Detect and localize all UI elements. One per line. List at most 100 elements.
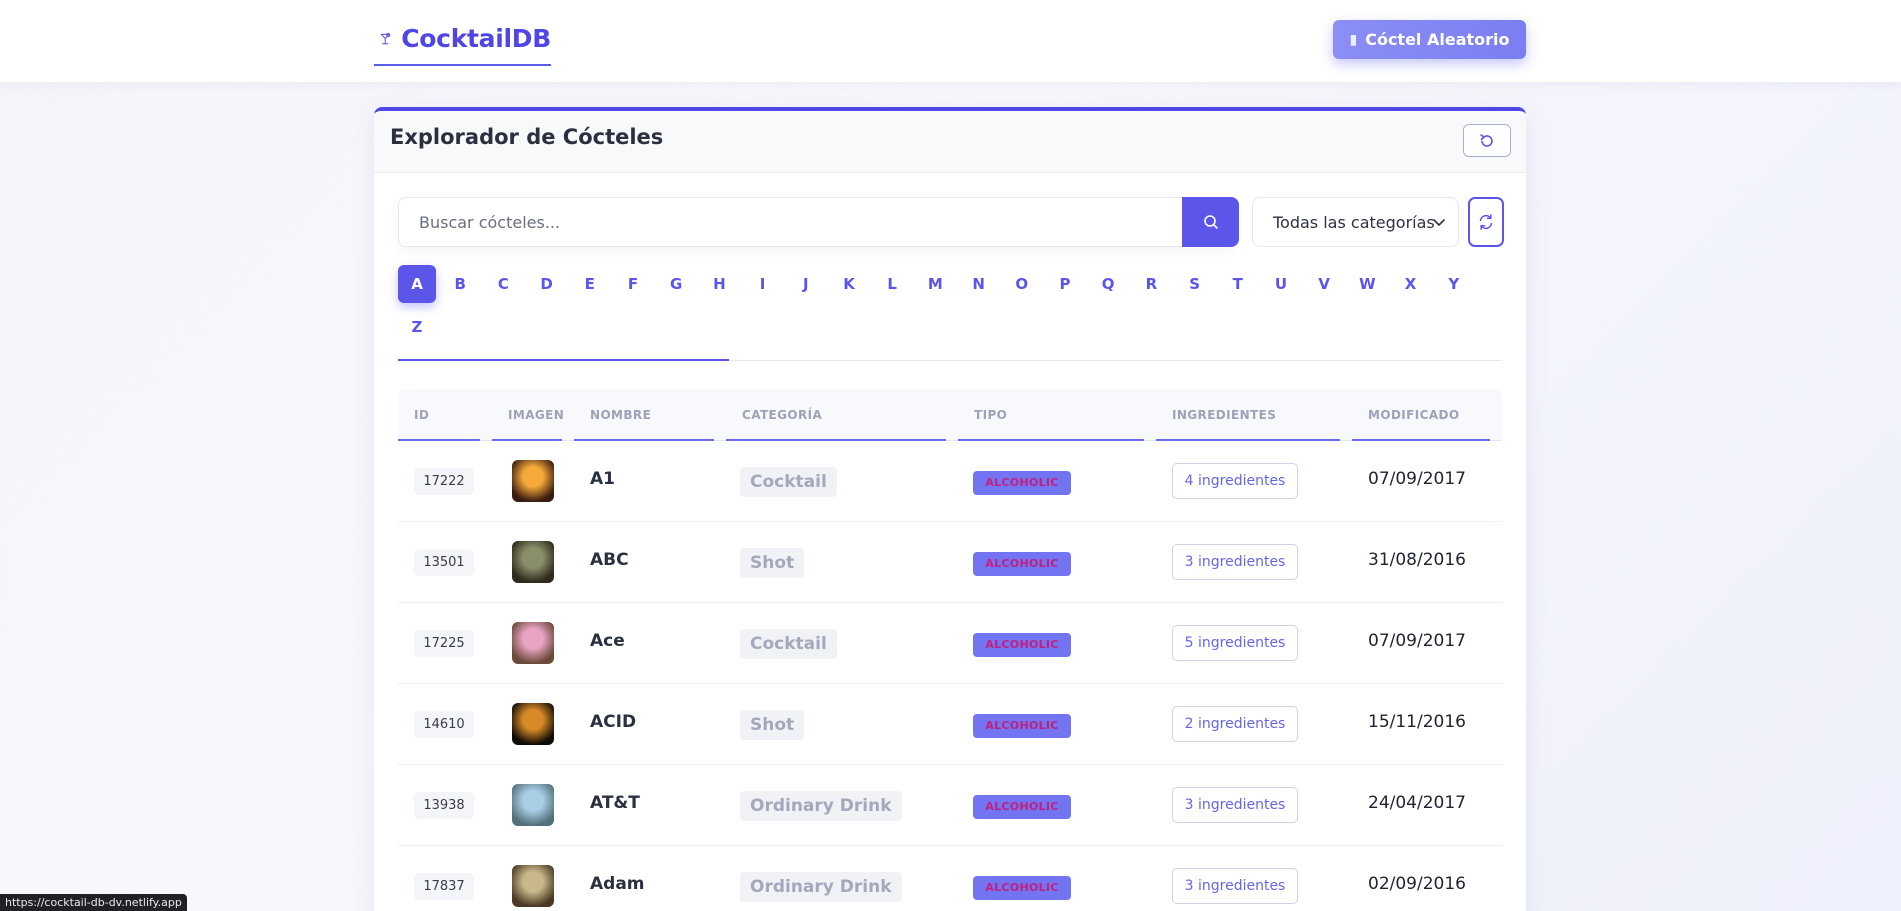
modified-date: 15/11/2016 [1368, 712, 1466, 732]
type-badge: ALCOHOLIC [973, 633, 1071, 657]
table-row[interactable]: 17222 A1 Cocktail ALCOHOLIC 4 ingredientes 07… [398, 441, 1502, 522]
column-header-1[interactable]: ID [398, 389, 480, 441]
letter-b-button[interactable]: B [441, 265, 479, 303]
category-badge: Cocktail [740, 629, 837, 659]
refresh-button[interactable] [1468, 197, 1504, 247]
cocktail-thumbnail [512, 784, 554, 826]
letter-v-button[interactable]: V [1305, 265, 1343, 303]
letter-m-button[interactable]: M [916, 265, 954, 303]
table-row[interactable]: 17225 Ace Cocktail ALCOHOLIC 5 ingredientes 0… [398, 603, 1502, 684]
cocktail-id: 14610 [414, 711, 474, 738]
shuffle-glass-icon: ▮ [1349, 31, 1358, 48]
letter-f-button[interactable]: F [614, 265, 652, 303]
letter-a-button[interactable]: A [398, 265, 436, 303]
brand-logo-link[interactable]: CocktailDB [374, 20, 551, 66]
letter-o-button[interactable]: O [1003, 265, 1041, 303]
random-cocktail-label: Cóctel Aleatorio [1365, 30, 1510, 49]
alphabet-filter: ABCDEFGHIJKLMNOPQRSTUVWXY Z [398, 265, 1502, 361]
search-icon [1203, 215, 1218, 229]
cocktail-name: Ace [590, 631, 625, 651]
letter-z-button[interactable]: Z [398, 308, 436, 346]
letter-j-button[interactable]: J [787, 265, 825, 303]
cocktail-name: Adam [590, 874, 645, 894]
category-badge: Ordinary Drink [740, 791, 902, 821]
cocktail-id: 17222 [414, 468, 474, 495]
letter-q-button[interactable]: Q [1089, 265, 1127, 303]
letter-e-button[interactable]: E [571, 265, 609, 303]
cocktail-name: ABC [590, 550, 629, 570]
type-badge: ALCOHOLIC [973, 876, 1071, 900]
type-badge: ALCOHOLIC [973, 714, 1071, 738]
reset-button[interactable] [1463, 124, 1511, 157]
cocktail-thumbnail [512, 622, 554, 664]
cocktail-thumbnail [512, 865, 554, 907]
category-badge: Ordinary Drink [740, 872, 902, 902]
column-header-6[interactable]: INGREDIENTES [1156, 389, 1340, 441]
modified-date: 24/04/2017 [1368, 793, 1466, 813]
table-row[interactable]: 17837 Adam Ordinary Drink ALCOHOLIC 3 ingred… [398, 846, 1502, 911]
table-row[interactable]: 14610 ACID Shot ALCOHOLIC 2 ingredientes 15/1… [398, 684, 1502, 765]
type-badge: ALCOHOLIC [973, 471, 1071, 495]
letter-u-button[interactable]: U [1262, 265, 1300, 303]
cocktail-glass-icon [380, 33, 391, 45]
modified-date: 31/08/2016 [1368, 550, 1466, 570]
cocktails-table: ID IMAGEN NOMBRE CATEGORÍA TIPO INGREDIENTES M… [398, 389, 1502, 911]
page-title: Explorador de Cócteles [390, 125, 664, 149]
type-badge: ALCOHOLIC [973, 552, 1071, 576]
table-row[interactable]: 13501 ABC Shot ALCOHOLIC 3 ingredientes 31/08… [398, 522, 1502, 603]
letter-n-button[interactable]: N [960, 265, 998, 303]
cocktail-id: 17225 [414, 630, 474, 657]
column-header-5[interactable]: TIPO [958, 389, 1144, 441]
cocktail-thumbnail [512, 460, 554, 502]
ingredients-button[interactable]: 4 ingredientes [1172, 463, 1298, 499]
letter-k-button[interactable]: K [830, 265, 868, 303]
letter-h-button[interactable]: H [700, 265, 738, 303]
letter-w-button[interactable]: W [1348, 265, 1386, 303]
table-header: ID IMAGEN NOMBRE CATEGORÍA TIPO INGREDIENTES M… [398, 389, 1502, 441]
letter-p-button[interactable]: P [1046, 265, 1084, 303]
cocktail-name: AT&T [590, 793, 640, 813]
search-button[interactable] [1182, 197, 1239, 247]
chevron-down-icon [1433, 219, 1445, 226]
cocktail-id: 17837 [414, 873, 474, 900]
letter-x-button[interactable]: X [1392, 265, 1430, 303]
letter-g-button[interactable]: G [657, 265, 695, 303]
category-badge: Cocktail [740, 467, 837, 497]
letter-i-button[interactable]: I [744, 265, 782, 303]
column-header-7[interactable]: MODIFICADO [1352, 389, 1490, 441]
letter-r-button[interactable]: R [1132, 265, 1170, 303]
cocktail-id: 13938 [414, 792, 474, 819]
modified-date: 07/09/2017 [1368, 469, 1466, 489]
cocktail-name: ACID [590, 712, 637, 732]
ingredients-button[interactable]: 2 ingredientes [1172, 706, 1298, 742]
ingredients-button[interactable]: 3 ingredientes [1172, 868, 1298, 904]
search-input[interactable] [399, 198, 1182, 246]
status-bar-url: https://cocktail-db-dv.netlify.app [0, 894, 187, 911]
column-header-2[interactable]: IMAGEN [492, 389, 564, 441]
category-select[interactable]: Todas las categorías [1252, 197, 1459, 247]
ingredients-button[interactable]: 3 ingredientes [1172, 787, 1298, 823]
search-bar [398, 197, 1239, 247]
table-row[interactable]: 13938 AT&T Ordinary Drink ALCOHOLIC 3 ingred… [398, 765, 1502, 846]
letter-d-button[interactable]: D [528, 265, 566, 303]
modified-date: 07/09/2017 [1368, 631, 1466, 651]
letter-s-button[interactable]: S [1176, 265, 1214, 303]
letter-l-button[interactable]: L [873, 265, 911, 303]
cocktail-name: A1 [590, 469, 615, 489]
letter-c-button[interactable]: C [484, 265, 522, 303]
column-header-3[interactable]: NOMBRE [574, 389, 714, 441]
cocktail-explorer-card: Explorador de Cócteles Todas las categor… [374, 107, 1526, 911]
column-header-4[interactable]: CATEGORÍA [726, 389, 946, 441]
random-cocktail-button[interactable]: ▮ Cóctel Aleatorio [1333, 20, 1526, 59]
modified-date: 02/09/2016 [1368, 874, 1466, 894]
refresh-icon [1479, 214, 1493, 230]
ingredients-button[interactable]: 3 ingredientes [1172, 544, 1298, 580]
category-badge: Shot [740, 548, 805, 578]
letter-y-button[interactable]: Y [1435, 265, 1473, 303]
type-badge: ALCOHOLIC [973, 795, 1071, 819]
ingredients-button[interactable]: 5 ingredientes [1172, 625, 1298, 661]
alphabet-filter-underline [398, 359, 729, 361]
category-badge: Shot [740, 710, 805, 740]
letter-t-button[interactable]: T [1219, 265, 1257, 303]
cocktail-id: 13501 [414, 549, 474, 576]
